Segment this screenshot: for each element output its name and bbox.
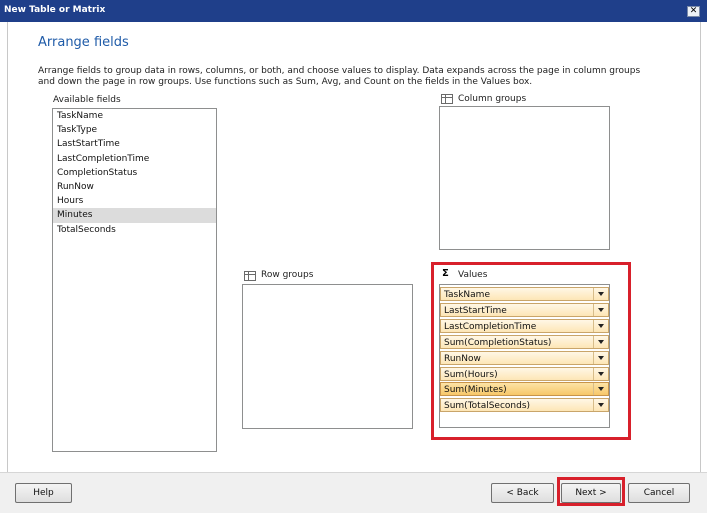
- value-field-item[interactable]: LastStartTime: [440, 302, 609, 317]
- page-heading: Arrange fields: [38, 35, 129, 50]
- value-field-label: Sum(CompletionStatus): [444, 337, 552, 348]
- value-field-item[interactable]: Sum(CompletionStatus): [440, 334, 609, 349]
- dropdown-arrow-icon[interactable]: [593, 367, 608, 380]
- row-groups-grid-icon: [244, 271, 256, 281]
- column-groups-grid-icon: [441, 94, 453, 104]
- value-field-label: Sum(Hours): [444, 369, 498, 380]
- value-field-label: RunNow: [444, 353, 481, 364]
- value-field-label: Sum(Minutes): [444, 385, 507, 396]
- value-field-item[interactable]: LastCompletionTime: [440, 318, 609, 333]
- dropdown-arrow-icon[interactable]: [593, 351, 608, 364]
- value-field-item[interactable]: Sum(Hours): [440, 366, 609, 381]
- close-icon: ✕: [689, 6, 698, 16]
- back-button[interactable]: < Back: [491, 483, 554, 503]
- available-field-item[interactable]: LastStartTime: [53, 137, 216, 151]
- value-field-label: LastCompletionTime: [444, 321, 537, 332]
- row-groups-label: Row groups: [261, 270, 314, 280]
- available-fields-label: Available fields: [53, 95, 121, 105]
- available-field-item[interactable]: RunNow: [53, 180, 216, 194]
- page-description: Arrange fields to group data in rows, co…: [38, 66, 641, 87]
- value-field-label: Sum(TotalSeconds): [444, 401, 531, 412]
- available-fields-list[interactable]: TaskName TaskType LastStartTime LastComplet…: [52, 108, 217, 452]
- value-field-item[interactable]: Sum(TotalSeconds): [440, 398, 609, 413]
- dropdown-arrow-icon[interactable]: [593, 303, 608, 316]
- dropdown-arrow-icon[interactable]: [593, 288, 608, 300]
- available-field-item[interactable]: Minutes: [53, 208, 216, 223]
- help-button[interactable]: Help: [15, 483, 72, 503]
- value-field-label: TaskName: [444, 290, 490, 300]
- cancel-button[interactable]: Cancel: [628, 483, 690, 503]
- values-box[interactable]: TaskName LastStartTime LastCompletionTime S…: [439, 284, 610, 428]
- value-field-item[interactable]: Sum(Minutes): [440, 382, 609, 397]
- available-field-item[interactable]: CompletionStatus: [53, 166, 216, 180]
- available-field-item[interactable]: LastCompletionTime: [53, 152, 216, 166]
- title-bar: New Table or Matrix ✕: [0, 0, 707, 22]
- available-field-item[interactable]: TaskName: [53, 109, 216, 123]
- value-field-item[interactable]: RunNow: [440, 350, 609, 365]
- available-field-item[interactable]: TaskType: [53, 123, 216, 137]
- dropdown-arrow-icon[interactable]: [593, 383, 608, 396]
- dropdown-arrow-icon[interactable]: [593, 335, 608, 348]
- values-label: Values: [458, 270, 488, 280]
- row-groups-box[interactable]: [242, 284, 413, 429]
- column-groups-label: Column groups: [458, 94, 527, 104]
- available-field-item[interactable]: TotalSeconds: [53, 223, 216, 237]
- dropdown-arrow-icon[interactable]: [593, 319, 608, 332]
- close-button[interactable]: ✕: [687, 6, 700, 17]
- next-button[interactable]: Next >: [561, 483, 621, 503]
- window-title: New Table or Matrix: [4, 5, 106, 15]
- value-field-item[interactable]: TaskName: [440, 287, 609, 301]
- dropdown-arrow-icon[interactable]: [593, 399, 608, 412]
- column-groups-box[interactable]: [439, 106, 610, 250]
- available-field-item[interactable]: Hours: [53, 194, 216, 208]
- value-field-label: LastStartTime: [444, 305, 507, 316]
- sigma-icon: Σ: [442, 268, 449, 279]
